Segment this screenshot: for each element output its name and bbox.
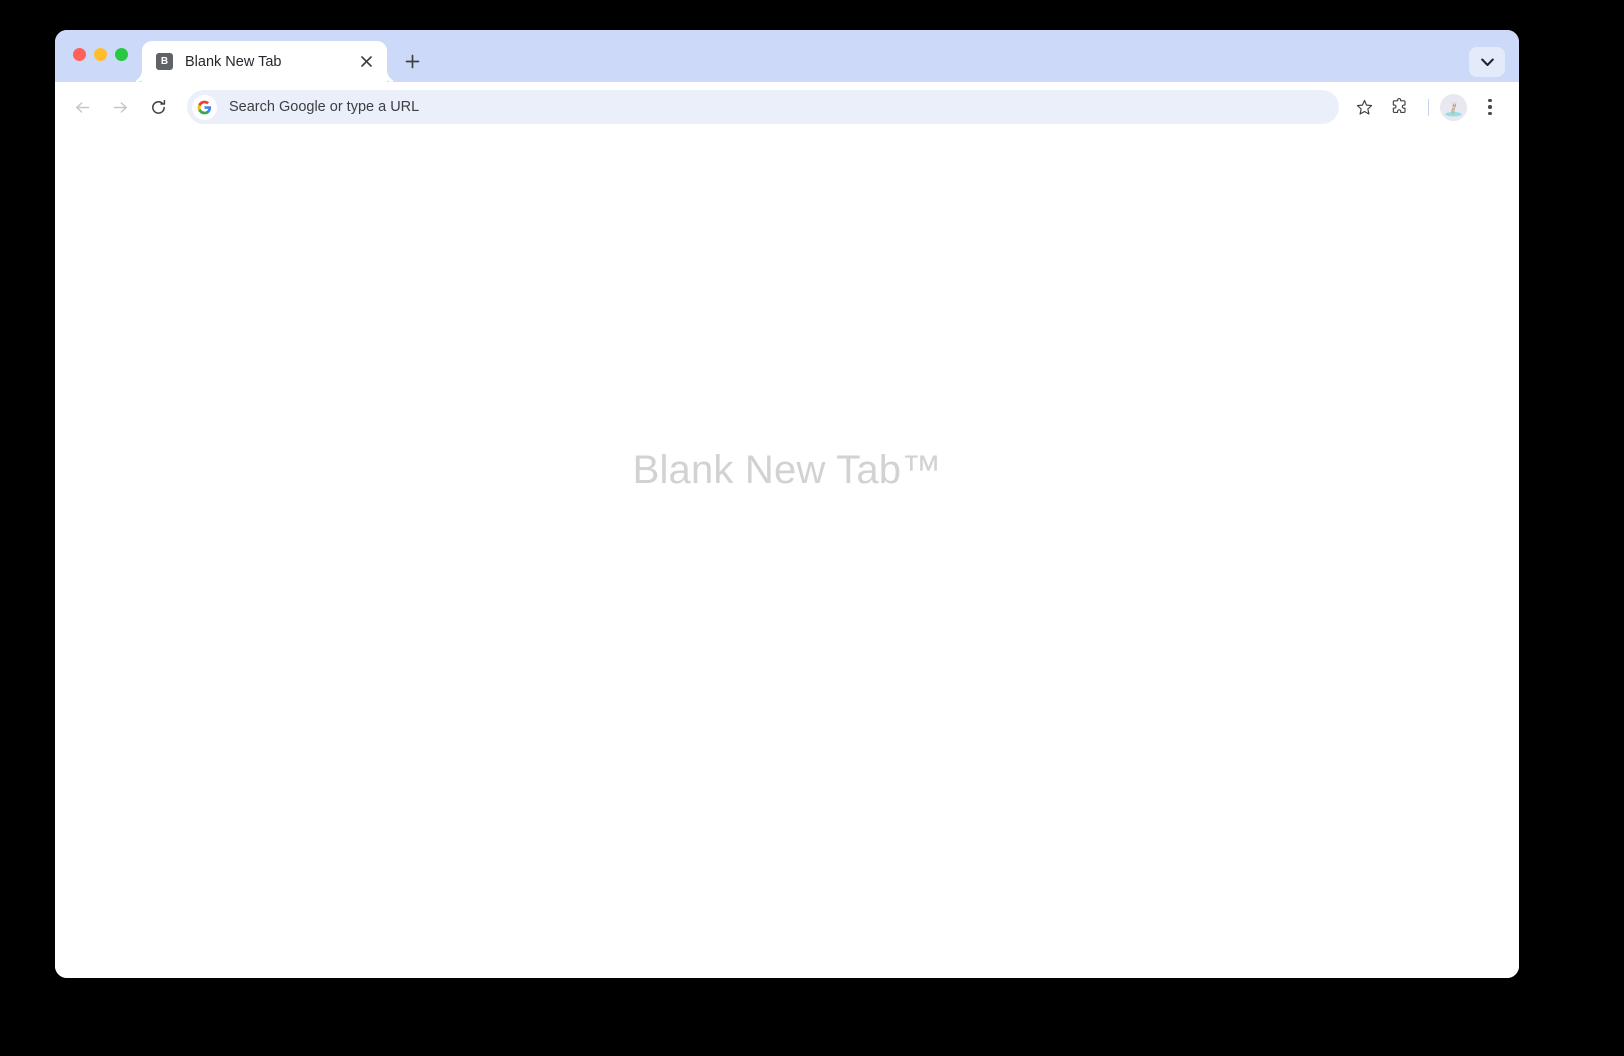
tab-title: Blank New Tab	[185, 53, 282, 70]
browser-toolbar: Search Google or type a URL	[55, 82, 1519, 132]
back-button[interactable]	[65, 90, 99, 124]
tab-strip: B Blank New Tab	[55, 30, 1519, 82]
address-bar[interactable]: Search Google or type a URL	[187, 90, 1339, 124]
extensions-puzzle-icon[interactable]	[1383, 90, 1417, 124]
browser-window: B Blank New Tab Search Google or type a …	[55, 30, 1519, 978]
menu-dot	[1488, 98, 1492, 103]
google-g-icon	[192, 94, 217, 120]
tab-list: B Blank New Tab	[142, 30, 427, 82]
menu-dot	[1488, 111, 1492, 116]
menu-dot	[1488, 105, 1492, 109]
new-tab-button[interactable]	[397, 46, 427, 76]
forward-button[interactable]	[103, 90, 137, 124]
window-maximize-button[interactable]	[115, 47, 128, 61]
profile-avatar[interactable]	[1440, 93, 1467, 121]
bookmark-star-icon[interactable]	[1349, 92, 1379, 122]
toolbar-divider	[1428, 98, 1429, 116]
chrome-menu-button[interactable]	[1475, 90, 1505, 124]
window-minimize-button[interactable]	[94, 47, 107, 61]
tab-favicon-icon: B	[156, 53, 173, 70]
window-close-button[interactable]	[73, 47, 86, 61]
reload-button[interactable]	[141, 90, 175, 124]
tab-close-icon[interactable]	[355, 51, 377, 73]
page-title: Blank New Tab™	[632, 448, 942, 492]
page-content: Blank New Tab™	[55, 132, 1519, 978]
tab-search-chevron-down-icon[interactable]	[1469, 47, 1505, 77]
browser-tab-active[interactable]: B Blank New Tab	[142, 41, 387, 82]
address-bar-input[interactable]: Search Google or type a URL	[229, 99, 1331, 115]
